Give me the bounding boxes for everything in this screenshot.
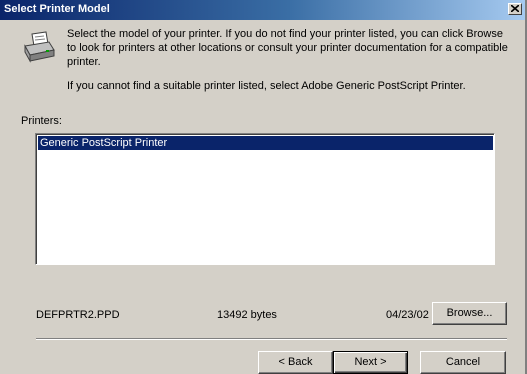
close-icon bbox=[511, 5, 519, 12]
fallback-instruction-text: If you cannot find a suitable printer li… bbox=[67, 80, 466, 92]
printer-icon bbox=[24, 31, 55, 63]
next-button[interactable]: Next > bbox=[333, 351, 408, 374]
printer-list-item[interactable]: Generic PostScript Printer bbox=[38, 136, 493, 150]
window-title: Select Printer Model bbox=[4, 3, 110, 15]
printers-listbox[interactable]: Generic PostScript Printer bbox=[35, 133, 495, 265]
divider bbox=[36, 338, 507, 340]
printers-label: Printers: bbox=[21, 115, 62, 127]
instruction-text: Select the model of your printer. If you… bbox=[67, 28, 508, 68]
title-bar[interactable]: Select Printer Model bbox=[0, 0, 525, 20]
cancel-button[interactable]: Cancel bbox=[420, 351, 506, 374]
browse-button[interactable]: Browse... bbox=[432, 302, 507, 325]
back-button[interactable]: < Back bbox=[258, 351, 333, 374]
select-printer-model-dialog: Select Printer Model Select the model of… bbox=[0, 0, 527, 374]
ppd-file-name: DEFPRTR2.PPD bbox=[36, 309, 120, 321]
close-button[interactable] bbox=[508, 3, 522, 15]
ppd-file-size: 13492 bytes bbox=[217, 309, 277, 321]
ppd-file-date: 04/23/02 bbox=[386, 309, 429, 321]
